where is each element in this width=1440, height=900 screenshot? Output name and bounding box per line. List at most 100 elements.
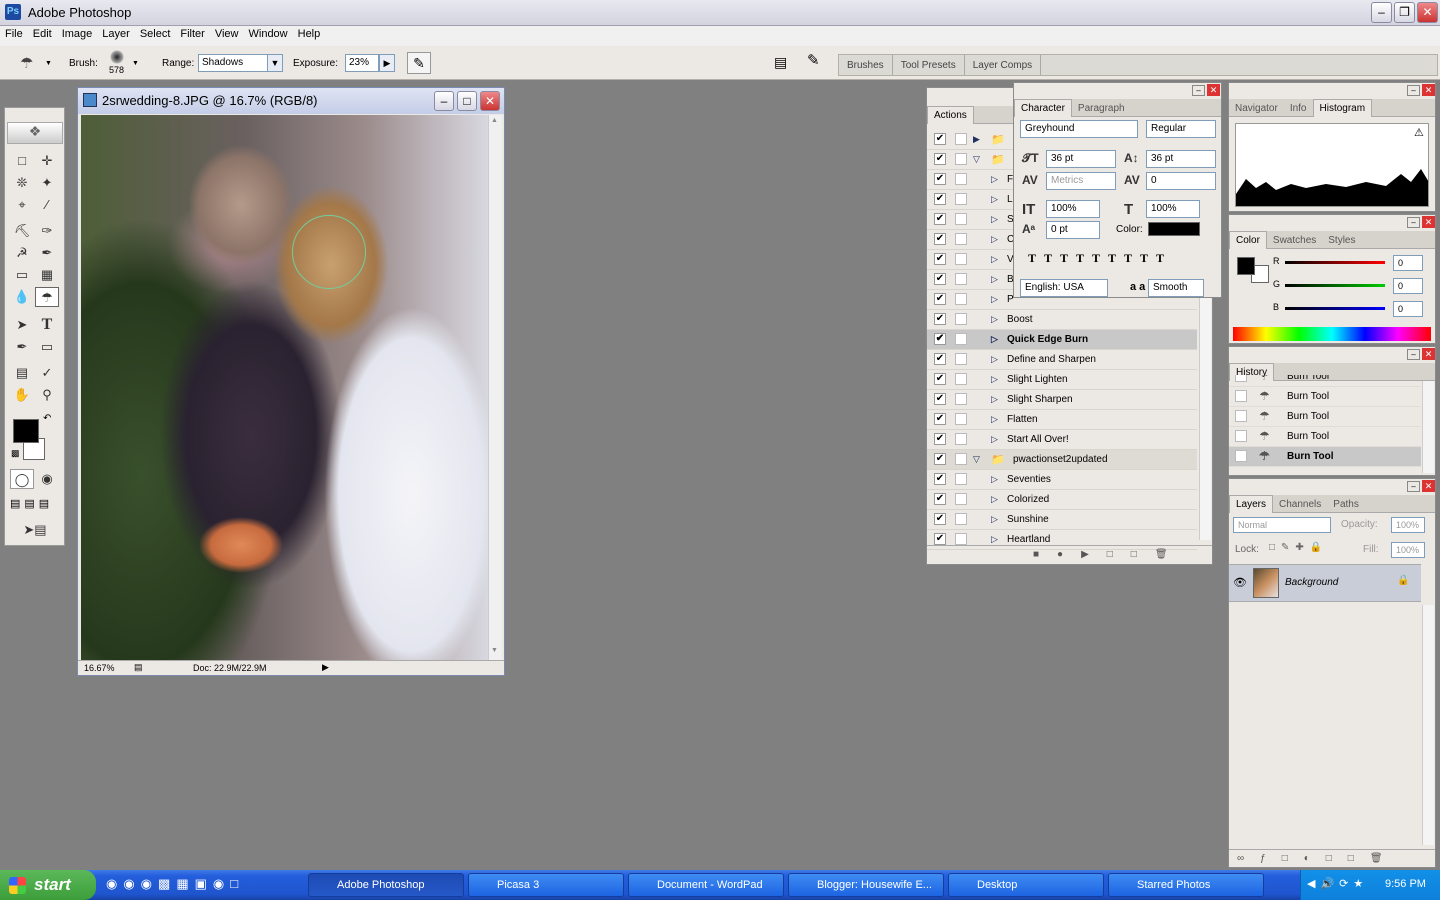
- dialog-toggle-box[interactable]: [955, 453, 967, 465]
- tracking-field[interactable]: 0: [1146, 172, 1216, 190]
- layers-minimize-icon[interactable]: –: [1407, 481, 1420, 492]
- expand-triangle-icon[interactable]: ▷: [991, 474, 998, 485]
- clone-stamp-icon[interactable]: ☭: [10, 243, 34, 263]
- language-field[interactable]: English: USA: [1020, 279, 1108, 297]
- lock-icons[interactable]: □✎✚🔒: [1269, 542, 1328, 553]
- color-close-icon[interactable]: ✕: [1422, 216, 1435, 228]
- visibility-eye-icon[interactable]: 👁: [1233, 576, 1247, 589]
- minimize-button[interactable]: –: [1371, 2, 1392, 23]
- burn-tool-preset-icon[interactable]: ☂: [20, 54, 33, 72]
- action-toggle-checkbox[interactable]: ✔: [934, 293, 946, 305]
- action-row[interactable]: ✔ ▷ Sunshine: [927, 510, 1197, 530]
- type-tool-icon[interactable]: T: [35, 315, 59, 335]
- expand-triangle-icon[interactable]: ▷: [991, 274, 998, 285]
- blur-tool-icon[interactable]: 💧: [10, 287, 34, 307]
- text-style-buttons[interactable]: TTTTTTTTT: [1028, 251, 1172, 266]
- layer-name[interactable]: Background: [1285, 577, 1338, 588]
- g-slider[interactable]: [1285, 284, 1385, 287]
- action-toggle-checkbox[interactable]: ✔: [934, 373, 946, 385]
- font-size-field[interactable]: 36 pt: [1046, 150, 1116, 168]
- document-maximize-button[interactable]: □: [457, 91, 477, 111]
- blend-mode-select[interactable]: Normal: [1233, 517, 1331, 533]
- jump-to-imageready-icon[interactable]: ➤▤: [13, 520, 57, 540]
- baseline-shift-field[interactable]: 0 pt: [1046, 221, 1100, 239]
- action-toggle-checkbox[interactable]: ✔: [934, 413, 946, 425]
- zoom-tool-icon[interactable]: ⚲: [35, 385, 59, 405]
- tab-channels[interactable]: Channels: [1273, 496, 1327, 514]
- feather-icon[interactable]: ❖: [7, 122, 63, 144]
- b-field[interactable]: 0: [1393, 301, 1423, 317]
- expand-triangle-icon[interactable]: ▷: [991, 314, 998, 325]
- warning-icon[interactable]: ⚠: [1414, 126, 1424, 139]
- action-toggle-checkbox[interactable]: ✔: [934, 533, 946, 545]
- dialog-toggle-box[interactable]: [955, 413, 967, 425]
- brush-tool-icon[interactable]: ✑: [35, 221, 59, 241]
- expand-triangle-icon[interactable]: ▷: [991, 514, 998, 525]
- dialog-toggle-box[interactable]: [955, 193, 967, 205]
- tab-navigator[interactable]: Navigator: [1229, 100, 1284, 118]
- tab-color[interactable]: Color: [1229, 231, 1267, 249]
- well-tab-tool-presets[interactable]: Tool Presets: [893, 55, 965, 75]
- menu-edit[interactable]: Edit: [28, 26, 57, 42]
- expand-triangle-icon[interactable]: ▷: [991, 494, 998, 505]
- color-fg-swatch[interactable]: [1237, 257, 1255, 275]
- g-field[interactable]: 0: [1393, 278, 1423, 294]
- menu-filter[interactable]: Filter: [175, 26, 209, 42]
- preset-dropdown-icon[interactable]: ▼: [45, 60, 52, 67]
- action-row[interactable]: ✔ ▷ Slight Lighten: [927, 370, 1197, 390]
- dialog-toggle-box[interactable]: [955, 153, 967, 165]
- menu-view[interactable]: View: [210, 26, 244, 42]
- slice-tool-icon[interactable]: ∕: [35, 195, 59, 215]
- dialog-toggle-box[interactable]: [955, 233, 967, 245]
- swap-colors-icon[interactable]: ↶: [43, 413, 51, 424]
- tab-info[interactable]: Info: [1284, 100, 1313, 118]
- file-browser-icon[interactable]: ▤: [774, 54, 787, 71]
- action-row[interactable]: ✔ ▷ Slight Sharpen: [927, 390, 1197, 410]
- action-toggle-checkbox[interactable]: ✔: [934, 393, 946, 405]
- dialog-toggle-box[interactable]: [955, 433, 967, 445]
- action-toggle-checkbox[interactable]: ✔: [934, 253, 946, 265]
- dialog-toggle-box[interactable]: [955, 313, 967, 325]
- action-toggle-checkbox[interactable]: ✔: [934, 173, 946, 185]
- r-slider[interactable]: [1285, 261, 1385, 264]
- history-snapshot-box[interactable]: [1235, 410, 1247, 422]
- action-row[interactable]: ✔ ▷ Seventies: [927, 470, 1197, 490]
- character-close-icon[interactable]: ✕: [1207, 84, 1220, 96]
- document-titlebar[interactable]: 2srwedding-8.JPG @ 16.7% (RGB/8) – □ ✕: [78, 88, 504, 114]
- history-snapshot-box[interactable]: [1235, 450, 1247, 462]
- layers-scrollbar[interactable]: [1422, 605, 1434, 845]
- action-toggle-checkbox[interactable]: ✔: [934, 473, 946, 485]
- dialog-toggle-box[interactable]: [955, 513, 967, 525]
- tab-paths[interactable]: Paths: [1327, 496, 1365, 514]
- crop-tool-icon[interactable]: ⌖: [10, 195, 34, 215]
- dialog-toggle-box[interactable]: [955, 473, 967, 485]
- color-ramp[interactable]: [1233, 327, 1431, 341]
- task-picasa[interactable]: Picasa 3: [468, 873, 624, 897]
- expand-triangle-icon[interactable]: ▷: [991, 534, 998, 545]
- action-toggle-checkbox[interactable]: ✔: [934, 433, 946, 445]
- r-field[interactable]: 0: [1393, 255, 1423, 271]
- action-toggle-checkbox[interactable]: ✔: [934, 213, 946, 225]
- dialog-toggle-box[interactable]: [955, 493, 967, 505]
- menu-help[interactable]: Help: [293, 26, 326, 42]
- palette-well-icon[interactable]: ✎: [807, 51, 820, 69]
- menu-window[interactable]: Window: [244, 26, 293, 42]
- screen-mode-icons[interactable]: ▤▤▤: [10, 497, 53, 510]
- path-selection-icon[interactable]: ➤: [10, 315, 34, 335]
- tab-swatches[interactable]: Swatches: [1267, 232, 1322, 250]
- history-state[interactable]: ☂ Burn Tool: [1229, 447, 1421, 467]
- menu-layer[interactable]: Layer: [97, 26, 135, 42]
- dialog-toggle-box[interactable]: [955, 393, 967, 405]
- shape-tool-icon[interactable]: ▭: [35, 337, 59, 357]
- expand-triangle-icon[interactable]: ▷: [991, 434, 998, 445]
- default-colors-icon[interactable]: ▩: [11, 448, 20, 459]
- dialog-toggle-box[interactable]: [955, 253, 967, 265]
- vertical-scale-field[interactable]: 100%: [1046, 200, 1100, 218]
- action-toggle-checkbox[interactable]: ✔: [934, 133, 946, 145]
- action-set-row[interactable]: ✔ 📁 ▽ pwactionset2updated: [927, 450, 1197, 470]
- history-state[interactable]: ☂ Burn Tool: [1229, 375, 1421, 387]
- expand-triangle-icon[interactable]: ▷: [991, 334, 998, 345]
- histogram-close-icon[interactable]: ✕: [1422, 84, 1435, 96]
- healing-brush-icon[interactable]: ⛏: [10, 221, 34, 241]
- brush-preview-icon[interactable]: [110, 50, 124, 64]
